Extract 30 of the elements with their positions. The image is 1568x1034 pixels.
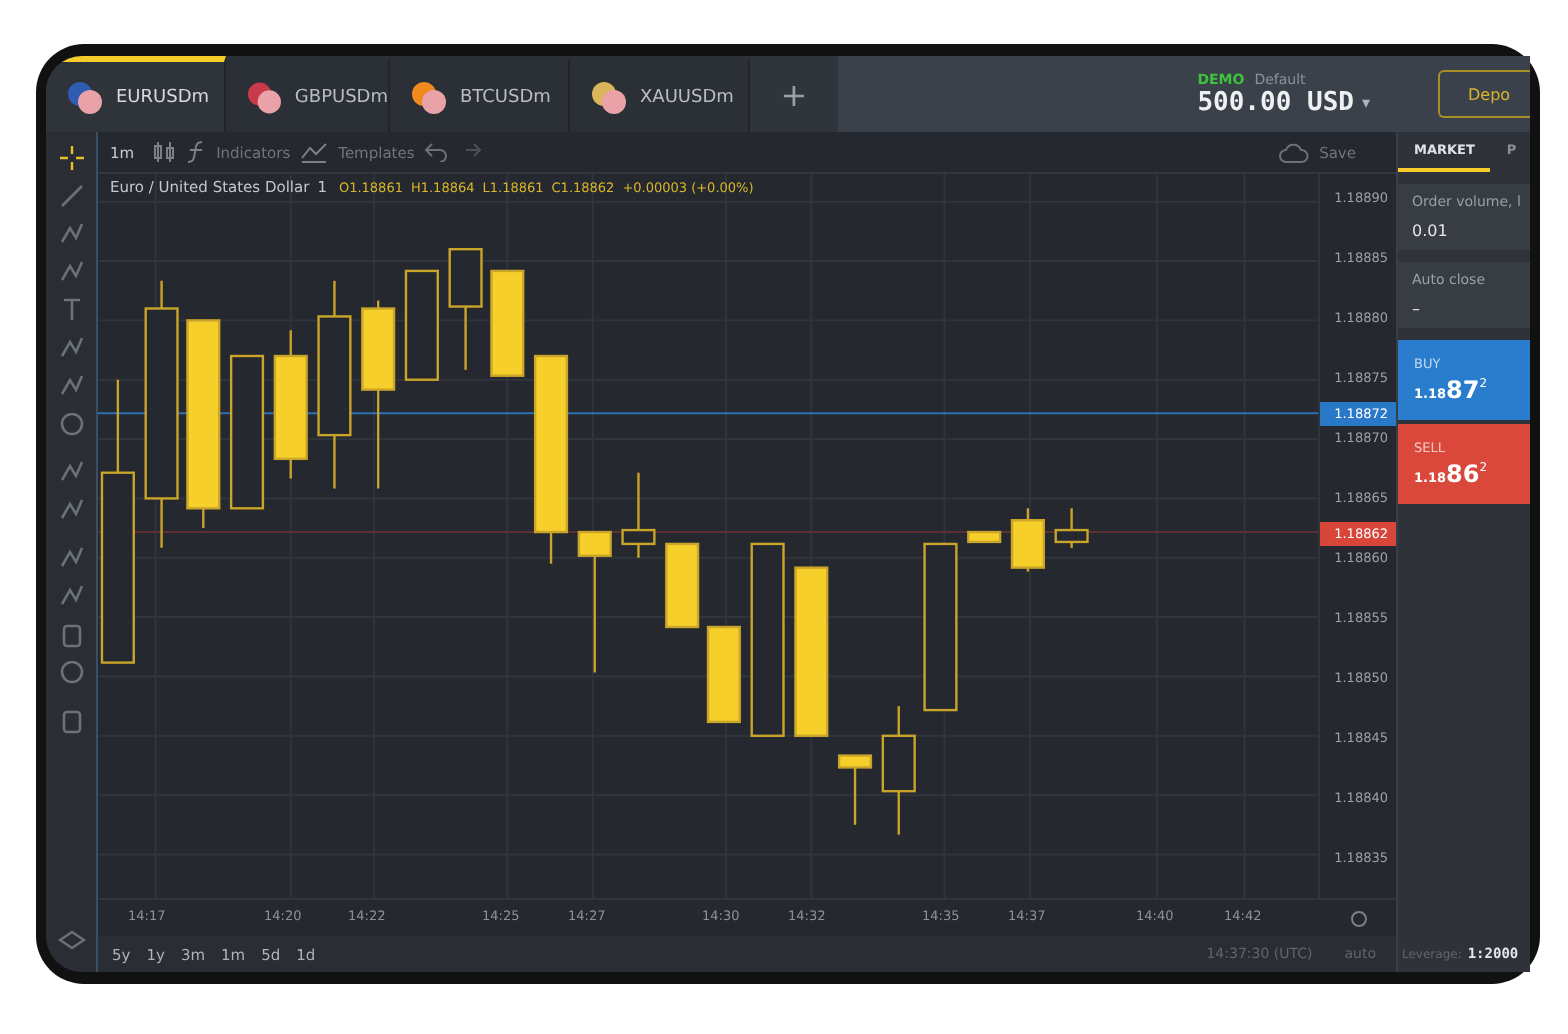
candlestick bbox=[665, 542, 700, 629]
function-icon[interactable] bbox=[186, 140, 207, 164]
crosshair-icon[interactable] bbox=[57, 144, 85, 172]
add-tab-button[interactable]: + bbox=[750, 56, 838, 132]
candlestick bbox=[404, 269, 439, 381]
candlestick bbox=[448, 248, 483, 370]
candlestick bbox=[1010, 508, 1045, 572]
currency-pair-icon bbox=[246, 79, 285, 115]
candlestick bbox=[577, 530, 612, 673]
line-tool-icon[interactable] bbox=[57, 182, 85, 210]
currency-pair-icon bbox=[66, 79, 106, 115]
candlestick bbox=[490, 269, 525, 377]
deposit-button[interactable]: Depo bbox=[1438, 70, 1530, 118]
symbol-tab[interactable]: BTCUSDm bbox=[390, 56, 570, 132]
candlestick bbox=[837, 754, 873, 825]
currency-pair-icon bbox=[410, 79, 450, 115]
balance: 500.00 USD bbox=[1197, 87, 1354, 117]
cloud-icon[interactable] bbox=[1277, 141, 1310, 163]
symbol-tab[interactable]: GBPUSDm bbox=[226, 56, 390, 132]
candles-icon[interactable] bbox=[152, 140, 177, 164]
undo-icon[interactable] bbox=[424, 142, 449, 162]
caret-icon[interactable]: ▾ bbox=[1361, 93, 1370, 111]
candlestick bbox=[621, 472, 656, 558]
candlestick bbox=[1054, 508, 1089, 548]
candlestick bbox=[967, 530, 1002, 544]
templates-icon[interactable] bbox=[300, 140, 329, 164]
candlestick bbox=[706, 625, 741, 724]
currency-pair-icon bbox=[590, 79, 630, 115]
symbol-tab[interactable]: EURUSDm bbox=[46, 56, 226, 132]
candlestick bbox=[881, 706, 916, 835]
